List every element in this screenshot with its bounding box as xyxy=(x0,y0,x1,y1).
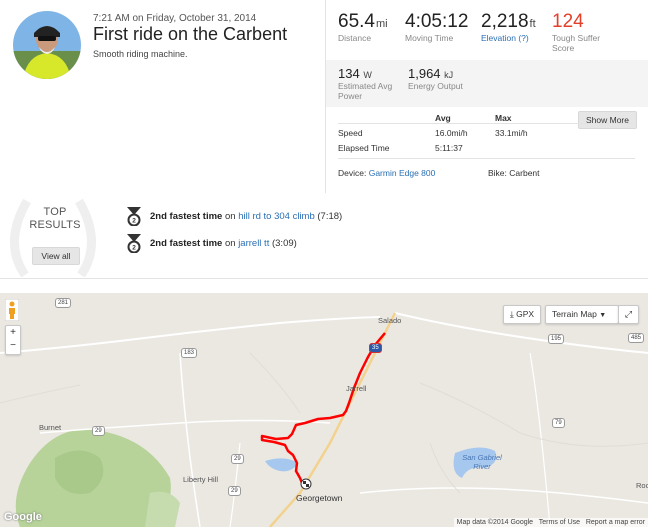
medal-icon: 2 xyxy=(127,207,141,226)
stat-energy-output: 1,964 kJ Energy Output xyxy=(408,66,463,91)
map-label-jarrell: Jarrell xyxy=(346,384,367,393)
row-elapsed-avg: 5:11:37 xyxy=(435,143,463,153)
segment-link[interactable]: jarrell tt xyxy=(238,238,269,249)
stat-avg-power: 134 W Estimated Avg Power xyxy=(338,66,393,101)
map-label-georgetown: Georgetown xyxy=(296,493,343,503)
report-error-link[interactable]: Report a map error xyxy=(586,519,645,526)
google-logo: Google xyxy=(4,511,42,523)
interstate-shield: 35 xyxy=(369,343,382,353)
top-results-title: TOP RESULTS xyxy=(29,206,81,231)
activity-title: First ride on the Carbent xyxy=(93,24,288,44)
highway-shield: 195 xyxy=(548,334,565,344)
map-label-roc: Roc xyxy=(636,481,648,490)
row-speed-max: 33.1mi/h xyxy=(495,128,528,138)
map-label-salado: Salado xyxy=(378,316,402,325)
avatar[interactable] xyxy=(13,11,81,79)
map-label-burnet: Burnet xyxy=(39,423,62,432)
download-icon: ⤓ xyxy=(509,309,514,319)
map-label-san-gabriel-river: San Gabriel River xyxy=(462,453,502,471)
zoom-out-button[interactable]: − xyxy=(6,339,20,352)
map-attribution: Map data ©2014 Google Terms of Use Repor… xyxy=(453,518,648,527)
activity-description: Smooth riding machine. xyxy=(93,49,188,59)
table-header-max: Max xyxy=(495,113,512,123)
zoom-controls: + − xyxy=(5,325,21,355)
row-speed-avg: 16.0mi/h xyxy=(435,128,468,138)
svg-text:2: 2 xyxy=(132,245,136,252)
row-elapsed-label: Elapsed Time xyxy=(338,143,390,153)
highway-shield: 79 xyxy=(552,418,565,428)
zoom-in-button[interactable]: + xyxy=(6,326,20,339)
device-link[interactable]: Garmin Edge 800 xyxy=(369,168,436,178)
map-type-dropdown[interactable]: Terrain Map ▼ xyxy=(545,305,619,324)
highway-shield: 183 xyxy=(181,348,198,358)
highway-shield: 29 xyxy=(228,486,241,496)
fullscreen-button[interactable]: ⤢ xyxy=(618,305,639,324)
street-view-pegman-icon[interactable] xyxy=(5,299,19,321)
map-canvas[interactable] xyxy=(0,293,648,527)
route-map[interactable]: Salado Jarrell Burnet Liberty Hill Georg… xyxy=(0,293,648,527)
finish-flag-icon xyxy=(300,478,312,490)
map-label-liberty-hill: Liberty Hill xyxy=(183,475,219,484)
caret-down-icon: ▼ xyxy=(599,312,607,319)
device-info: Device: Garmin Edge 800 xyxy=(338,168,436,178)
stat-moving-time: 4:05:12 Moving Time xyxy=(405,11,469,43)
highway-shield: 29 xyxy=(231,454,244,464)
row-speed-label: Speed xyxy=(338,128,363,138)
bike-info: Bike: Carbent xyxy=(488,168,540,178)
highway-shield: 485 xyxy=(628,333,645,343)
view-all-button[interactable]: View all xyxy=(32,247,80,265)
table-header-avg: Avg xyxy=(435,113,451,123)
segment-link[interactable]: hill rd to 304 climb xyxy=(238,211,315,222)
highway-shield: 281 xyxy=(55,298,72,308)
stat-elevation: 2,218ft Elevation (?) xyxy=(481,11,536,43)
table-divider-bottom xyxy=(338,158,635,159)
stat-distance: 65.4mi Distance xyxy=(338,11,388,43)
fullscreen-icon: ⤢ xyxy=(624,309,633,319)
terms-link[interactable]: Terms of Use xyxy=(539,519,580,526)
elevation-help-link[interactable]: Elevation (?) xyxy=(481,33,536,43)
show-more-button[interactable]: Show More xyxy=(578,111,637,129)
gpx-download-button[interactable]: ⤓ GPX xyxy=(503,305,541,324)
medal-icon: 2 xyxy=(127,234,141,253)
table-divider xyxy=(338,123,635,124)
svg-text:2: 2 xyxy=(132,218,136,225)
highway-shield: 29 xyxy=(92,426,105,436)
section-divider xyxy=(0,278,648,279)
stat-suffer-score: 124 Tough Suffer Score xyxy=(552,11,601,53)
activity-datetime: 7:21 AM on Friday, October 31, 2014 xyxy=(93,13,257,24)
